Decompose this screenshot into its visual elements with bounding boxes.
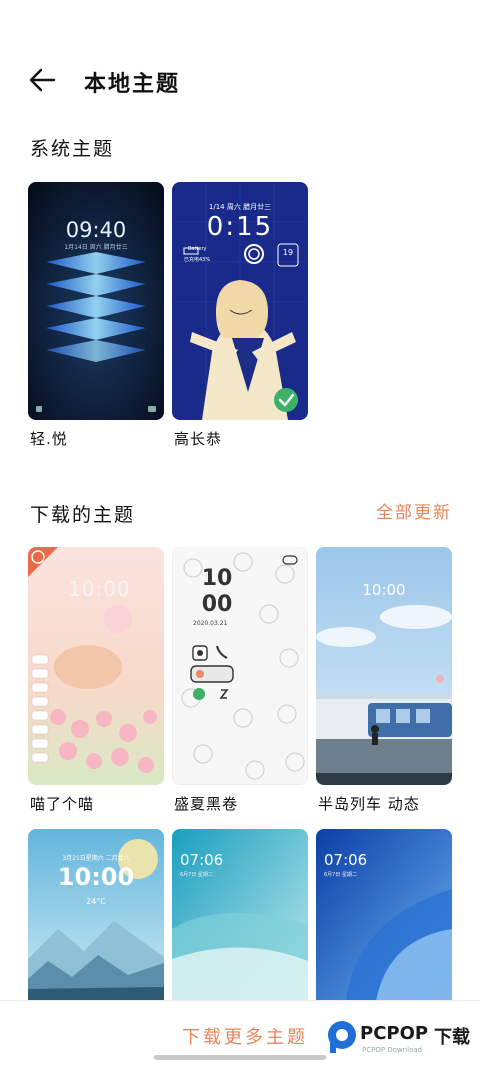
theme-date: 2020.03.21 bbox=[193, 620, 228, 627]
theme-thumb-miao[interactable]: 10:00 bbox=[28, 547, 164, 785]
update-all-button[interactable]: 全部更新 bbox=[376, 498, 452, 523]
bottom-bar: 下载更多主题 PCPOP 下载 PCPOP Download bbox=[0, 1000, 480, 1070]
theme-name: 轻.悦 bbox=[30, 430, 68, 448]
theme-date: 1/14 周六 腊月廿三 bbox=[208, 203, 272, 211]
theme-thumb-shengxia[interactable]: 10 00 2020.03.21 bbox=[172, 547, 308, 785]
header: 本地主题 bbox=[0, 50, 480, 110]
pcpop-logo-icon bbox=[328, 1021, 356, 1053]
theme-clock: 07:06 bbox=[180, 851, 224, 869]
theme-clock: 10:00 bbox=[362, 581, 406, 599]
system-themes-title: 系统主题 bbox=[30, 138, 115, 160]
theme-clock: 07:06 bbox=[324, 851, 368, 869]
theme-date: 3月21日星期六 二月廿八 bbox=[62, 855, 130, 862]
theme-date: 6月7日 星期二 bbox=[324, 872, 357, 878]
theme-date: 6月7日 星期二 bbox=[180, 872, 213, 878]
theme-name: 半岛列车 动态 bbox=[318, 795, 420, 813]
theme-name: 喵了个喵 bbox=[30, 795, 95, 813]
theme-temperature: 24°C bbox=[86, 897, 106, 906]
downloaded-themes-title: 下载的主题 bbox=[30, 504, 136, 526]
battery-label: Battery bbox=[188, 246, 207, 252]
battery-value: 已充电43% bbox=[184, 257, 211, 263]
watermark-subtext: PCPOP Download bbox=[362, 1046, 423, 1054]
theme-thumb-bandao[interactable]: 10:00 bbox=[316, 547, 452, 785]
theme-clock: 10:00 bbox=[57, 863, 135, 891]
theme-thumb-teal[interactable]: 07:06 6月7日 星期二 bbox=[172, 829, 308, 1001]
watermark-text: PCPOP bbox=[360, 1023, 429, 1044]
theme-clock: 0:15 bbox=[206, 212, 274, 242]
theme-thumb-qingyue[interactable]: 09:40 1月14日 周六 腊月廿三 bbox=[28, 182, 164, 420]
download-more-button[interactable]: 下载更多主题 bbox=[182, 1023, 308, 1049]
theme-thumb-mountain[interactable]: 3月21日星期六 二月廿八 10:00 24°C bbox=[28, 829, 164, 1001]
back-arrow-icon[interactable] bbox=[24, 62, 60, 98]
watermark: PCPOP 下载 PCPOP Download bbox=[326, 1019, 476, 1059]
theme-thumb-gaochanggong[interactable]: 1/14 周六 腊月廿三 0:15 Battery 已充电43% 19 bbox=[172, 182, 308, 420]
page-title: 本地主题 bbox=[84, 72, 181, 97]
home-indicator[interactable] bbox=[154, 1055, 326, 1060]
theme-thumb-blue[interactable]: 07:06 6月7日 星期二 bbox=[316, 829, 452, 1001]
theme-clock: 10:00 bbox=[68, 577, 131, 601]
theme-date: 1月14日 周六 腊月廿三 bbox=[64, 244, 128, 251]
theme-clock: 09:40 bbox=[65, 218, 127, 242]
theme-name: 盛夏黑卷 bbox=[174, 795, 239, 813]
theme-name: 高长恭 bbox=[174, 430, 223, 448]
calendar-day: 19 bbox=[282, 248, 294, 257]
watermark-suffix: 下载 bbox=[434, 1027, 470, 1048]
theme-clock-hours: 10 bbox=[201, 566, 233, 591]
theme-clock-minutes: 00 bbox=[201, 592, 233, 617]
